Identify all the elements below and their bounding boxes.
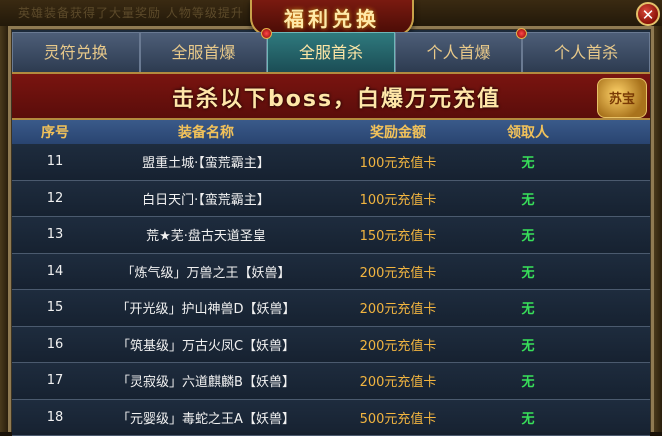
row-name: 「筑基级」万古火凤C【妖兽】 (98, 335, 314, 354)
tab-personal-first-drop[interactable]: 个人首爆 (395, 32, 523, 72)
row-claimer: 无 (482, 225, 574, 244)
tab-server-first-drop[interactable]: 全服首爆 (140, 32, 268, 72)
row-name: 白日天门·【蛮荒霸主】 (98, 189, 314, 208)
row-name: 荒★芜·盘古天道圣皇 (98, 225, 314, 244)
row-name: 「炼气级」万兽之王【妖兽】 (98, 262, 314, 281)
table-row: 16 「筑基级」万古火凤C【妖兽】 200元充值卡 无 (12, 327, 650, 364)
row-reward: 150元充值卡 (314, 225, 482, 244)
table-header: 序号 装备名称 奖励金额 领取人 (12, 120, 650, 144)
row-claimer: 无 (482, 262, 574, 281)
window-title: 福利兑换 (252, 3, 412, 32)
tab-bar: 灵符兑换 全服首爆 全服首杀 个人首爆 个人首杀 (12, 32, 650, 72)
table-row: 13 荒★芜·盘古天道圣皇 150元充值卡 无 (12, 217, 650, 254)
banner-text: 击杀以下boss，白爆万元充值 (172, 81, 501, 113)
row-claimer: 无 (482, 408, 574, 427)
row-reward: 500元充值卡 (314, 408, 482, 427)
header-no: 序号 (12, 122, 98, 142)
row-claimer: 无 (482, 371, 574, 390)
title-plate: 福利兑换 (250, 0, 414, 36)
row-no: 12 (12, 191, 98, 206)
tab-rune-exchange[interactable]: 灵符兑换 (12, 32, 140, 72)
row-no: 13 (12, 227, 98, 242)
promo-banner: 击杀以下boss，白爆万元充值 苏宝 (12, 72, 650, 120)
right-frame-edge (654, 26, 662, 432)
row-name: 「元婴级」毒蛇之王A【妖兽】 (98, 408, 314, 427)
table-row: 17 「灵寂级」六道麒麟B【妖兽】 200元充值卡 无 (12, 363, 650, 400)
close-icon: ✕ (642, 6, 655, 24)
row-no: 17 (12, 373, 98, 388)
table-row: 15 「开光级」护山神兽D【妖兽】 200元充值卡 无 (12, 290, 650, 327)
banner-deco-label: 苏宝 (598, 88, 646, 107)
row-no: 11 (12, 154, 98, 169)
row-no: 18 (12, 410, 98, 425)
tab-server-first-kill[interactable]: 全服首杀 (267, 32, 395, 72)
table-row: 11 盟重土城·【蛮荒霸主】 100元充值卡 无 (12, 144, 650, 181)
row-claimer: 无 (482, 335, 574, 354)
row-name: 「灵寂级」六道麒麟B【妖兽】 (98, 371, 314, 390)
tab-personal-first-kill[interactable]: 个人首杀 (522, 32, 650, 72)
row-name: 「开光级」护山神兽D【妖兽】 (98, 298, 314, 317)
row-reward: 200元充值卡 (314, 298, 482, 317)
row-no: 16 (12, 337, 98, 352)
header-name: 装备名称 (98, 122, 314, 142)
row-claimer: 无 (482, 298, 574, 317)
table-body: 11 盟重土城·【蛮荒霸主】 100元充值卡 无 12 白日天门·【蛮荒霸主】 … (12, 144, 650, 436)
close-button[interactable]: ✕ (636, 2, 660, 26)
header-reward: 奖励金额 (314, 122, 482, 142)
row-claimer: 无 (482, 152, 574, 171)
row-name: 盟重土城·【蛮荒霸主】 (98, 152, 314, 171)
table-row: 14 「炼气级」万兽之王【妖兽】 200元充值卡 无 (12, 254, 650, 291)
row-reward: 200元充值卡 (314, 371, 482, 390)
header-claimer: 领取人 (482, 122, 574, 142)
row-reward: 200元充值卡 (314, 335, 482, 354)
tab-gem-left-icon (261, 28, 272, 39)
row-no: 14 (12, 264, 98, 279)
gold-ingot-icon: 苏宝 (597, 78, 647, 118)
table-row: 12 白日天门·【蛮荒霸主】 100元充值卡 无 (12, 181, 650, 218)
table-row: 18 「元婴级」毒蛇之王A【妖兽】 500元充值卡 无 (12, 400, 650, 436)
row-claimer: 无 (482, 189, 574, 208)
row-no: 15 (12, 300, 98, 315)
left-frame-edge (0, 26, 8, 432)
row-reward: 200元充值卡 (314, 262, 482, 281)
row-reward: 100元充值卡 (314, 152, 482, 171)
row-reward: 100元充值卡 (314, 189, 482, 208)
tab-gem-right-icon (516, 28, 527, 39)
